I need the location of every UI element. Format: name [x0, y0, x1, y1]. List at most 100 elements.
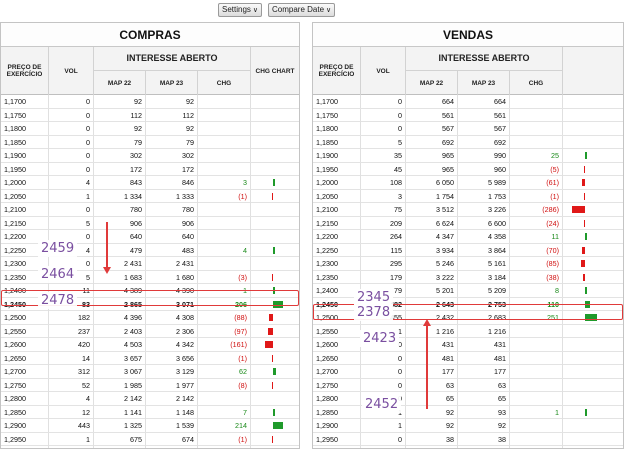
strike-cell: 1,2000 [313, 176, 361, 189]
table-row[interactable]: 1,280006565 [313, 392, 623, 406]
table-row[interactable]: 1,2500 182 4 396 4 308 (88) [1, 311, 299, 325]
chg-cell: (70) [510, 243, 563, 257]
table-row[interactable]: 1,2850192931 [313, 405, 623, 419]
table-row[interactable]: 1,2550 237 2 403 2 306 (97) [1, 324, 299, 338]
table-row[interactable]: 1,2300 295 5 246 5 161 (85) [313, 257, 623, 271]
chg-bar [273, 287, 275, 294]
map22-cell: 2 431 [94, 257, 146, 270]
strike-cell: 1,1700 [313, 95, 361, 108]
table-row[interactable]: 1,1850 0 79 79 [1, 135, 299, 149]
chg-chart-cell [563, 203, 623, 216]
table-row[interactable]: 1,2950 1 675 674 (1) [1, 432, 299, 446]
table-row[interactable]: 1,1900 35 965 990 25 [313, 149, 623, 163]
table-row[interactable]: 1,2100 75 3 512 3 226 (286) [313, 203, 623, 217]
strike-cell: 1,2600 [1, 338, 49, 351]
chg-bar [271, 381, 273, 389]
table-row[interactable]: 1,1700 0 664 664 [313, 95, 623, 109]
table-row[interactable]: 1,1700 0 92 92 [1, 95, 299, 109]
table-row[interactable]: 1,2200 264 4 347 4 358 11 [313, 230, 623, 244]
chg-chart-cell [563, 325, 623, 338]
chg-cell [510, 432, 563, 446]
table-row[interactable]: 1,2750 52 1 985 1 977 (8) [1, 378, 299, 392]
table-row[interactable]: 1,2050 1 1 334 1 333 (1) [1, 189, 299, 203]
table-row[interactable]: 1,2950 0 38 38 [313, 432, 623, 446]
vol-cell: 0 [49, 95, 94, 108]
table-row[interactable]: 1,2100 0 780 780 [1, 203, 299, 217]
table-row[interactable]: 1,1950 45 965 960 (5) [313, 162, 623, 176]
chg-chart-cell [251, 122, 299, 135]
map23-cell: 1 753 [458, 189, 510, 203]
vol-cell: 35 [361, 149, 406, 162]
chg-cell: 8 [510, 284, 563, 297]
chg-chart-cell [563, 338, 623, 351]
strike-cell: 1,2150 [313, 216, 361, 230]
chg-bar [581, 260, 585, 267]
table-row[interactable]: 1,2000 108 6 050 5 989 (61) [313, 176, 623, 190]
map23-cell: 63 [458, 378, 510, 392]
table-row[interactable]: 1,1950 0 172 172 [1, 162, 299, 176]
chg-chart-cell [563, 379, 623, 392]
chg-bar [271, 354, 273, 362]
table-row[interactable]: 1,2350 179 3 222 3 184 (38) [313, 270, 623, 284]
table-row[interactable]: 1,2750 0 63 63 [313, 378, 623, 392]
vol-cell: 0 [49, 108, 94, 122]
map22-cell: 1 216 [406, 324, 458, 338]
chg-cell: 3 [198, 176, 251, 189]
table-row[interactable]: 1,1750 0 561 561 [313, 108, 623, 122]
chg-cell [510, 392, 563, 405]
table-row[interactable]: 1,2050 3 1 754 1 753 (1) [313, 189, 623, 203]
vol-cell: 0 [361, 122, 406, 135]
annotation-2378: 2378 [354, 304, 394, 321]
table-row[interactable]: 1,1800 0 567 567 [313, 122, 623, 136]
chg-bar [273, 179, 275, 186]
strike-cell: 1,2000 [1, 176, 49, 189]
table-row[interactable]: 1,2650 0 481 481 [313, 351, 623, 365]
vol-cell: 420 [49, 338, 94, 351]
table-row[interactable]: 1,2700 312 3 067 3 129 62 [1, 365, 299, 379]
chg-cell: (97) [198, 324, 251, 338]
table-row[interactable]: 1,2850 12 1 141 1 148 7 [1, 405, 299, 419]
table-row[interactable]: 1,2800 4 2 142 2 142 [1, 392, 299, 406]
strike-cell: 1,1750 [1, 108, 49, 122]
chg-chart-cell [563, 244, 623, 257]
vol-cell: 182 [49, 311, 94, 324]
strike-cell: 1,1750 [313, 108, 361, 122]
chg-bar [273, 300, 283, 308]
chg-cell [198, 203, 251, 216]
table-row[interactable]: 1,2150 5 906 906 [1, 216, 299, 230]
vol-cell: 4 [49, 176, 94, 189]
table-row[interactable]: 1,2900 443 1 325 1 539 214 [1, 419, 299, 433]
map23-cell: 3 864 [458, 243, 510, 257]
chg-chart-cell [563, 163, 623, 176]
chg-cell: 11 [510, 230, 563, 243]
chg-cell [198, 122, 251, 135]
table-row[interactable]: 1,2600 420 4 503 4 342 (161) [1, 338, 299, 352]
map22-cell: 6 050 [406, 176, 458, 189]
compare-date-dropdown[interactable]: Compare Date ∨ [268, 3, 336, 17]
chg-bar [271, 435, 273, 443]
table-row[interactable]: 1,1800 0 92 92 [1, 122, 299, 136]
settings-dropdown[interactable]: Settings ∨ [218, 3, 263, 17]
table-row[interactable]: 1,2900 1 92 92 [313, 419, 623, 433]
table-row[interactable]: 1,1850 5 692 692 [313, 135, 623, 149]
vol-cell: 0 [361, 432, 406, 446]
chg-chart-cell [251, 406, 299, 419]
map22-cell: 1 141 [94, 405, 146, 419]
vol-cell: 14 [49, 351, 94, 365]
map23-cell: 483 [146, 243, 198, 257]
table-row[interactable]: 1,2650 14 3 657 3 656 (1) [1, 351, 299, 365]
table-row[interactable]: 1,2250 115 3 934 3 864 (70) [313, 243, 623, 257]
table-row[interactable]: 1,2700 0 177 177 [313, 365, 623, 379]
chg-chart-header: CHG CHART [255, 67, 295, 75]
map22-cell: 4 389 [94, 284, 146, 297]
table-row[interactable]: 1,2000 4 843 846 3 [1, 176, 299, 190]
map22-cell: 3 512 [406, 203, 458, 216]
table-row[interactable]: 1,1750 0 112 112 [1, 108, 299, 122]
table-row[interactable]: 1,2150 209 6 624 6 600 (24) [313, 216, 623, 230]
chg-chart-cell [251, 176, 299, 189]
strike-cell: 1,2800 [1, 392, 49, 405]
table-row[interactable]: 1,1900 0 302 302 [1, 149, 299, 163]
map22-cell: 1 334 [94, 189, 146, 203]
map22-cell: 431 [406, 338, 458, 351]
chg-bar [268, 314, 273, 321]
